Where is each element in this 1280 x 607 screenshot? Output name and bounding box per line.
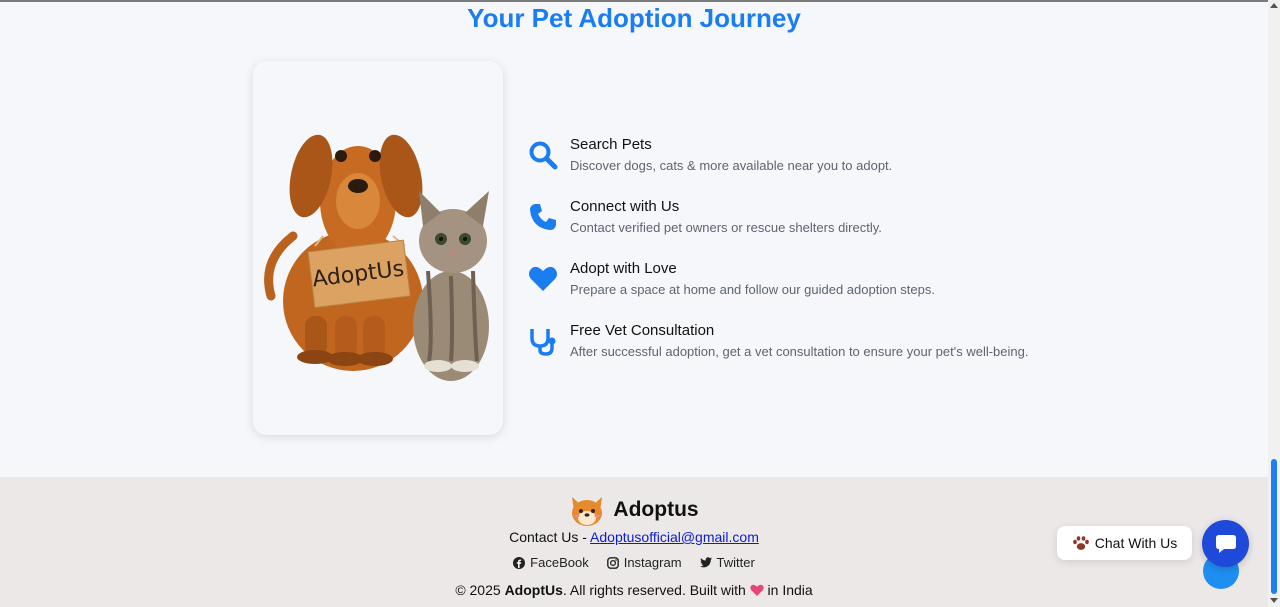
- facebook-label: FaceBook: [530, 555, 589, 570]
- copyright-prefix: © 2025: [455, 582, 505, 598]
- step-title: Connect with Us: [570, 198, 680, 215]
- shiba-logo-icon: [572, 497, 603, 526]
- step-description: Contact verified pet owners or rescue sh…: [570, 220, 882, 235]
- scrollbar-thumb[interactable]: [1271, 459, 1277, 594]
- heart-icon: [749, 584, 764, 596]
- contact-email-link[interactable]: Adoptusofficial@gmail.com: [590, 529, 759, 545]
- copyright-brand: AdoptUs: [504, 582, 563, 598]
- step-description: After successful adoption, get a vet con…: [570, 344, 1029, 359]
- footer-brand: Adoptus: [0, 493, 1268, 527]
- chat-label: Chat With Us: [1094, 535, 1178, 551]
- step-title: Search Pets: [570, 136, 652, 153]
- scroll-up-arrow-icon[interactable]: [1270, 3, 1278, 8]
- step-description: Discover dogs, cats & more available nea…: [570, 158, 893, 173]
- contact-prefix: Contact Us -: [509, 529, 591, 545]
- scroll-down-arrow-icon[interactable]: [1270, 598, 1278, 603]
- dog-cat-illustration: AdoptUs: [264, 134, 489, 381]
- step-title: Adopt with Love: [570, 260, 677, 277]
- search-icon: [529, 141, 558, 170]
- instagram-label: Instagram: [623, 555, 682, 570]
- facebook-link[interactable]: FaceBook: [513, 555, 589, 570]
- step-title: Free Vet Consultation: [570, 322, 715, 339]
- copyright-mid: . All rights reserved. Built with: [562, 582, 750, 598]
- brand-name: Adoptus: [613, 498, 699, 521]
- copyright-suffix: in India: [763, 582, 813, 598]
- vertical-scrollbar[interactable]: [1268, 0, 1280, 607]
- twitter-link[interactable]: Twitter: [699, 555, 755, 570]
- phone-icon: [530, 204, 556, 230]
- step-adopt: Adopt with Love Prepare a space at home …: [528, 260, 1088, 322]
- stethoscope-icon: [530, 329, 556, 356]
- step-vet: Free Vet Consultation After successful a…: [528, 322, 1088, 384]
- step-connect: Connect with Us Contact verified pet own…: [528, 198, 1088, 260]
- facebook-icon: [513, 556, 526, 569]
- adoption-steps: Search Pets Discover dogs, cats & more a…: [528, 136, 1088, 384]
- copyright-line: © 2025 AdoptUs. All rights reserved. Bui…: [0, 582, 1268, 598]
- twitter-label: Twitter: [716, 555, 755, 570]
- instagram-link[interactable]: Instagram: [606, 555, 682, 570]
- adoption-image-card: AdoptUs: [253, 61, 503, 435]
- twitter-icon: [699, 557, 712, 568]
- chat-button[interactable]: [1202, 520, 1249, 567]
- section-title: Your Pet Adoption Journey: [467, 3, 801, 33]
- step-search-pets: Search Pets Discover dogs, cats & more a…: [528, 136, 1088, 198]
- heart-icon: [529, 266, 557, 291]
- paw-icon: [1072, 536, 1089, 550]
- chat-bubble-icon: [1215, 534, 1236, 553]
- chat-with-us-label[interactable]: Chat With Us: [1057, 526, 1192, 560]
- step-description: Prepare a space at home and follow our g…: [570, 282, 935, 297]
- instagram-icon: [606, 556, 619, 569]
